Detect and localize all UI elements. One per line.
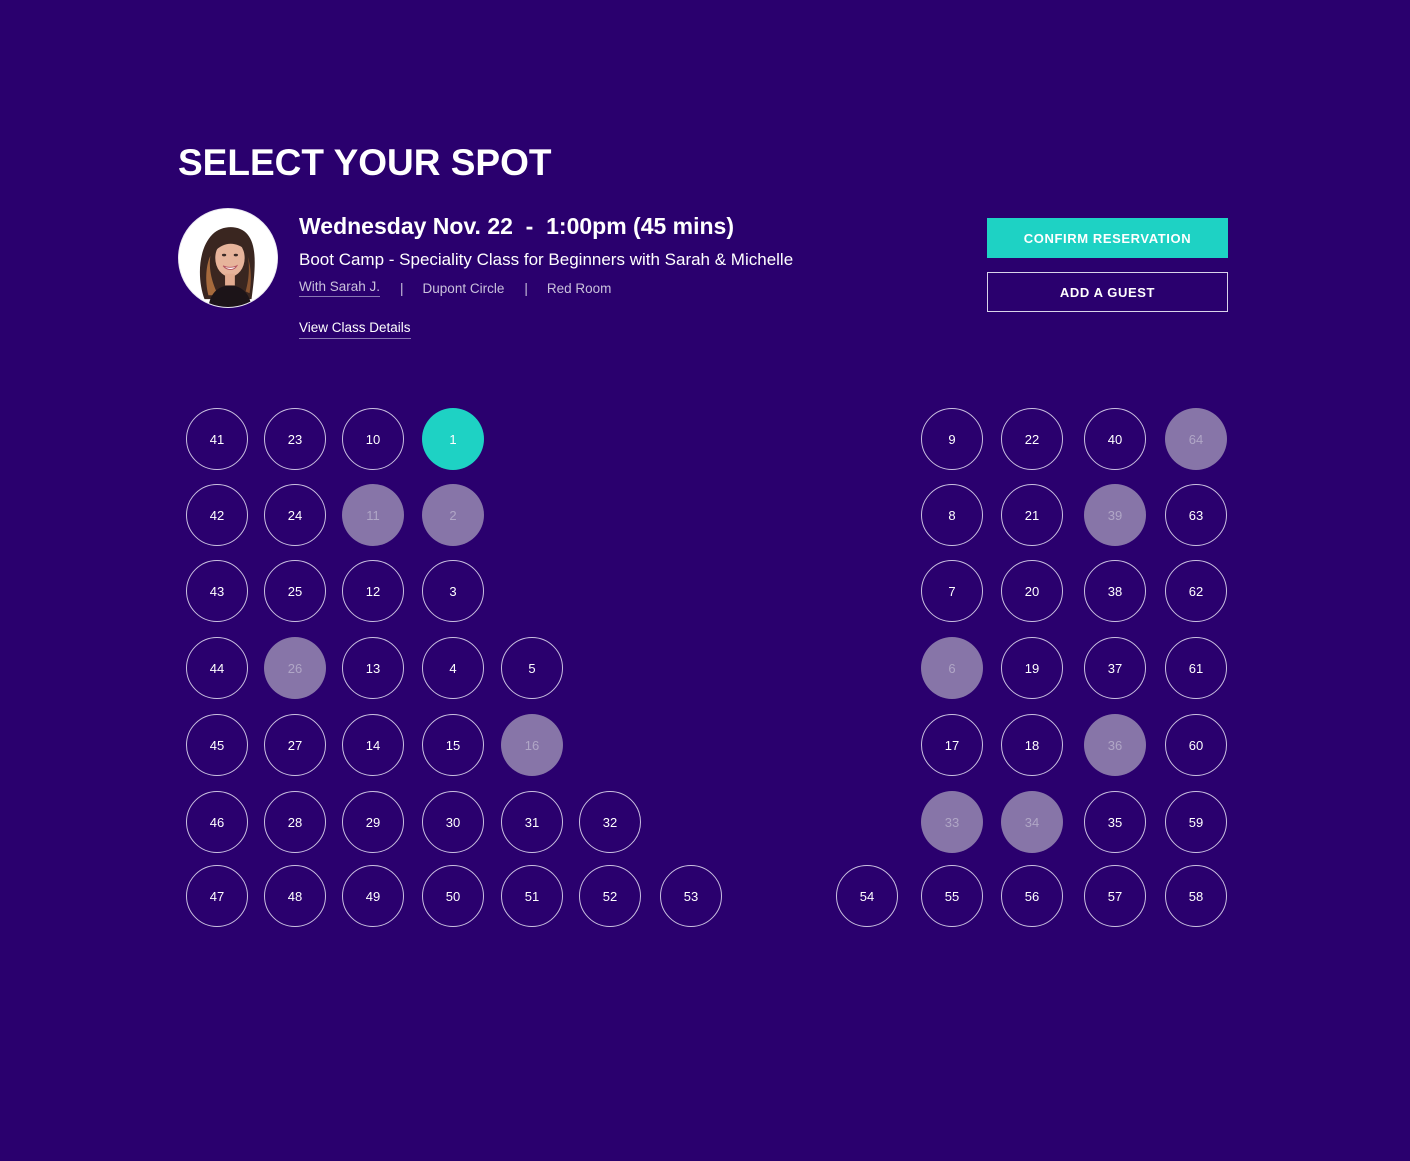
seat-50[interactable]: 50 xyxy=(422,865,484,927)
class-date-time: Wednesday Nov. 22 - 1:00pm (45 mins) xyxy=(299,213,735,239)
seat-37[interactable]: 37 xyxy=(1084,637,1146,699)
seat-36: 36 xyxy=(1084,714,1146,776)
instructor-photo-icon xyxy=(179,209,277,307)
seat-33: 33 xyxy=(921,791,983,853)
seat-28[interactable]: 28 xyxy=(264,791,326,853)
seat-59[interactable]: 59 xyxy=(1165,791,1227,853)
seat-45[interactable]: 45 xyxy=(186,714,248,776)
seat-35[interactable]: 35 xyxy=(1084,791,1146,853)
seat-10[interactable]: 10 xyxy=(342,408,404,470)
seat-48[interactable]: 48 xyxy=(264,865,326,927)
seat-26: 26 xyxy=(264,637,326,699)
class-name: Boot Camp - Speciality Class for Beginne… xyxy=(299,250,794,269)
seat-43[interactable]: 43 xyxy=(186,560,248,622)
confirm-reservation-button[interactable]: CONFIRM RESERVATION xyxy=(987,218,1228,258)
seat-47[interactable]: 47 xyxy=(186,865,248,927)
seat-42[interactable]: 42 xyxy=(186,484,248,546)
seat-55[interactable]: 55 xyxy=(921,865,983,927)
meta-separator: | xyxy=(400,280,404,296)
seat-53[interactable]: 53 xyxy=(660,865,722,927)
seat-57[interactable]: 57 xyxy=(1084,865,1146,927)
seat-7[interactable]: 7 xyxy=(921,560,983,622)
class-meta-row: With Sarah J. | Dupont Circle | Red Room xyxy=(299,279,611,297)
seat-49[interactable]: 49 xyxy=(342,865,404,927)
seat-44[interactable]: 44 xyxy=(186,637,248,699)
seat-14[interactable]: 14 xyxy=(342,714,404,776)
seat-34: 34 xyxy=(1001,791,1063,853)
seat-21[interactable]: 21 xyxy=(1001,484,1063,546)
seat-30[interactable]: 30 xyxy=(422,791,484,853)
seat-63[interactable]: 63 xyxy=(1165,484,1227,546)
location-label: Dupont Circle xyxy=(422,280,505,296)
room-label: Red Room xyxy=(546,280,612,296)
seat-20[interactable]: 20 xyxy=(1001,560,1063,622)
seat-39: 39 xyxy=(1084,484,1146,546)
seat-2: 2 xyxy=(422,484,484,546)
seat-16: 16 xyxy=(501,714,563,776)
seat-1[interactable]: 1 xyxy=(422,408,484,470)
seat-51[interactable]: 51 xyxy=(501,865,563,927)
seat-12[interactable]: 12 xyxy=(342,560,404,622)
seat-38[interactable]: 38 xyxy=(1084,560,1146,622)
seat-6: 6 xyxy=(921,637,983,699)
seat-62[interactable]: 62 xyxy=(1165,560,1227,622)
seat-3[interactable]: 3 xyxy=(422,560,484,622)
meta-separator: | xyxy=(524,280,528,296)
seat-17[interactable]: 17 xyxy=(921,714,983,776)
seat-60[interactable]: 60 xyxy=(1165,714,1227,776)
add-guest-button[interactable]: ADD A GUEST xyxy=(987,272,1228,312)
seat-52[interactable]: 52 xyxy=(579,865,641,927)
seat-56[interactable]: 56 xyxy=(1001,865,1063,927)
seat-13[interactable]: 13 xyxy=(342,637,404,699)
seat-41[interactable]: 41 xyxy=(186,408,248,470)
seat-4[interactable]: 4 xyxy=(422,637,484,699)
seat-29[interactable]: 29 xyxy=(342,791,404,853)
instructor-avatar xyxy=(178,208,278,308)
seat-58[interactable]: 58 xyxy=(1165,865,1227,927)
seat-40[interactable]: 40 xyxy=(1084,408,1146,470)
seat-54[interactable]: 54 xyxy=(836,865,898,927)
seat-46[interactable]: 46 xyxy=(186,791,248,853)
seat-61[interactable]: 61 xyxy=(1165,637,1227,699)
seat-27[interactable]: 27 xyxy=(264,714,326,776)
seat-19[interactable]: 19 xyxy=(1001,637,1063,699)
instructor-link[interactable]: With Sarah J. xyxy=(299,279,381,297)
seat-11: 11 xyxy=(342,484,404,546)
view-class-details-link[interactable]: View Class Details xyxy=(299,320,411,339)
seat-23[interactable]: 23 xyxy=(264,408,326,470)
seat-22[interactable]: 22 xyxy=(1001,408,1063,470)
page-title: SELECT YOUR SPOT xyxy=(178,142,552,183)
seat-64: 64 xyxy=(1165,408,1227,470)
seat-25[interactable]: 25 xyxy=(264,560,326,622)
seat-24[interactable]: 24 xyxy=(264,484,326,546)
seat-9[interactable]: 9 xyxy=(921,408,983,470)
seat-5[interactable]: 5 xyxy=(501,637,563,699)
seat-31[interactable]: 31 xyxy=(501,791,563,853)
seat-32[interactable]: 32 xyxy=(579,791,641,853)
seat-8[interactable]: 8 xyxy=(921,484,983,546)
seat-15[interactable]: 15 xyxy=(422,714,484,776)
seat-18[interactable]: 18 xyxy=(1001,714,1063,776)
